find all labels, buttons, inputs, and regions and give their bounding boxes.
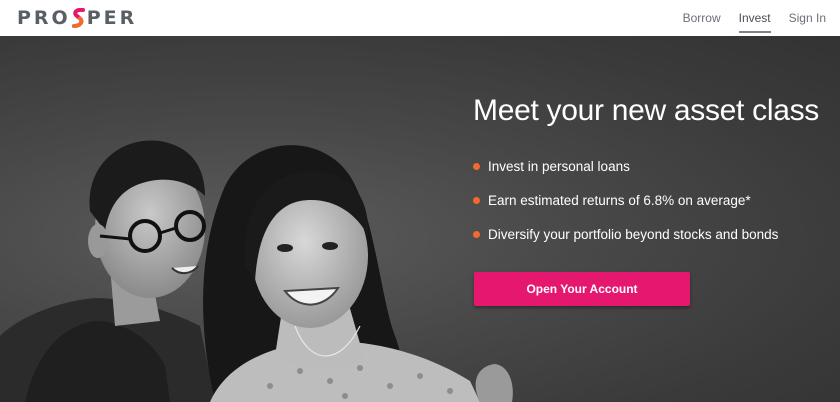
bullet-dot-icon [473,197,480,204]
hero-headline: Meet your new asset class [473,94,819,127]
benefit-text: Diversify your portfolio beyond stocks a… [488,227,779,242]
benefit-item: Diversify your portfolio beyond stocks a… [473,226,778,243]
nav-link-invest[interactable]: Invest [738,9,771,33]
logo-s-mark-icon [71,8,85,28]
bullet-dot-icon [473,163,480,170]
hero-banner: Meet your new asset class Invest in pers… [0,36,840,402]
open-account-button[interactable]: Open Your Account [474,272,690,306]
primary-nav: Borrow Invest Sign In [683,0,826,36]
benefit-text: Invest in personal loans [488,159,630,174]
benefit-text: Earn estimated returns of 6.8% on averag… [488,193,751,208]
nav-link-sign-in[interactable]: Sign In [789,9,826,27]
logo-text-left: PRO [17,7,71,29]
hero-benefits-list: Invest in personal loans Earn estimated … [473,158,778,260]
hero-photo-couple [0,140,513,402]
bullet-dot-icon [473,231,480,238]
logo-text-right: PER [86,7,138,29]
benefit-item: Invest in personal loans [473,158,778,175]
nav-link-borrow[interactable]: Borrow [683,9,721,27]
benefit-item: Earn estimated returns of 6.8% on averag… [473,192,778,209]
prosper-logo[interactable]: PRO PER [17,7,137,29]
top-navigation-bar: PRO PER Borrow Invest Sign In [0,0,840,36]
